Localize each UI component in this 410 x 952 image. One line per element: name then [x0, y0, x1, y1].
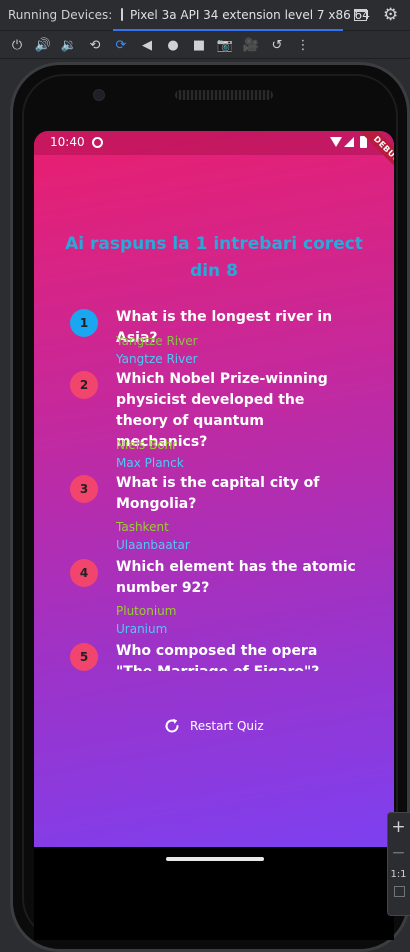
back-icon[interactable]: ◀ — [137, 35, 157, 55]
device-tab[interactable]: Pixel 3a API 34 extension level 7 x86 64 — [113, 0, 370, 31]
app-screen: 10:40 DEBUG Ai raspuns la 1 intrebari co… — [34, 131, 394, 847]
zoom-in-button[interactable]: + — [388, 817, 409, 837]
overview-icon[interactable]: ■ — [189, 35, 209, 55]
status-bar: 10:40 — [34, 131, 394, 155]
power-icon[interactable]: ⏻ — [7, 35, 27, 55]
question-text: What is the capital city of Mongolia? — [116, 475, 320, 512]
user-answer: Yangtze River — [116, 334, 198, 348]
front-camera — [93, 89, 105, 101]
device-tab-label: Pixel 3a API 34 extension level 7 x86 64 — [130, 7, 370, 22]
question-text: Who composed the opera "The Marriage of … — [116, 643, 319, 671]
more-icon[interactable]: ⋮ — [293, 35, 313, 55]
correct-answer: Ulaanbaatar — [116, 538, 190, 552]
refresh-icon — [165, 718, 179, 733]
correct-answer: Uranium — [116, 622, 168, 636]
restore-icon[interactable]: ↺ — [267, 35, 287, 55]
question-number-badge: 4 — [70, 559, 98, 587]
device-frame: 10:40 DEBUG Ai raspuns la 1 intrebari co… — [10, 62, 410, 952]
zoom-actual-size-button[interactable]: 1:1 — [388, 869, 409, 880]
restart-quiz-button[interactable]: Restart Quiz — [164, 715, 264, 737]
zoom-fit-icon[interactable] — [393, 886, 405, 897]
question-number-badge: 3 — [70, 475, 98, 503]
camera-icon[interactable]: 📷 — [215, 35, 235, 55]
notification-icon — [92, 137, 103, 148]
rotate-right-icon[interactable]: ⟳ — [111, 35, 131, 55]
question-text: Which element has the atomic number 92? — [116, 559, 356, 596]
correct-answer: Yangtze River — [116, 352, 198, 366]
user-answer: Niels Bohr — [116, 438, 178, 452]
result-title: Ai raspuns la 1 intrebari corect din 8 — [65, 234, 363, 281]
user-answer: Tashkent — [116, 520, 169, 534]
gear-icon[interactable]: ⚙ — [383, 5, 398, 25]
status-time: 10:40 — [50, 135, 85, 149]
correct-answer: Max Planck — [116, 456, 184, 470]
earpiece-speaker — [175, 90, 273, 100]
device-toolbar: ⏻ 🔊 🔉 ⟲ ⟳ ◀ ● ■ 📷 🎥 ↺ ⋮ — [0, 31, 410, 59]
home-icon[interactable]: ● — [163, 35, 183, 55]
volume-down-icon[interactable]: 🔉 — [59, 35, 79, 55]
window-icon[interactable] — [354, 9, 367, 21]
question-number-badge: 1 — [70, 309, 98, 337]
question-number-badge: 2 — [70, 371, 98, 399]
answers-summary-list[interactable]: 1 What is the longest river in Asia? Yan… — [34, 307, 394, 671]
record-icon[interactable]: 🎥 — [241, 35, 261, 55]
home-gesture-pill[interactable] — [166, 857, 264, 861]
phone-icon — [121, 8, 123, 21]
volume-up-icon[interactable]: 🔊 — [33, 35, 53, 55]
running-devices-label: Running Devices: — [8, 8, 113, 22]
wifi-icon — [330, 137, 342, 147]
user-answer: Plutonium — [116, 604, 177, 618]
zoom-controls: + − 1:1 — [387, 812, 410, 916]
rotate-left-icon[interactable]: ⟲ — [85, 35, 105, 55]
question-number-badge: 5 — [70, 643, 98, 671]
signal-icon — [344, 137, 354, 147]
zoom-out-button[interactable]: − — [388, 843, 409, 863]
restart-quiz-label: Restart Quiz — [190, 719, 264, 733]
